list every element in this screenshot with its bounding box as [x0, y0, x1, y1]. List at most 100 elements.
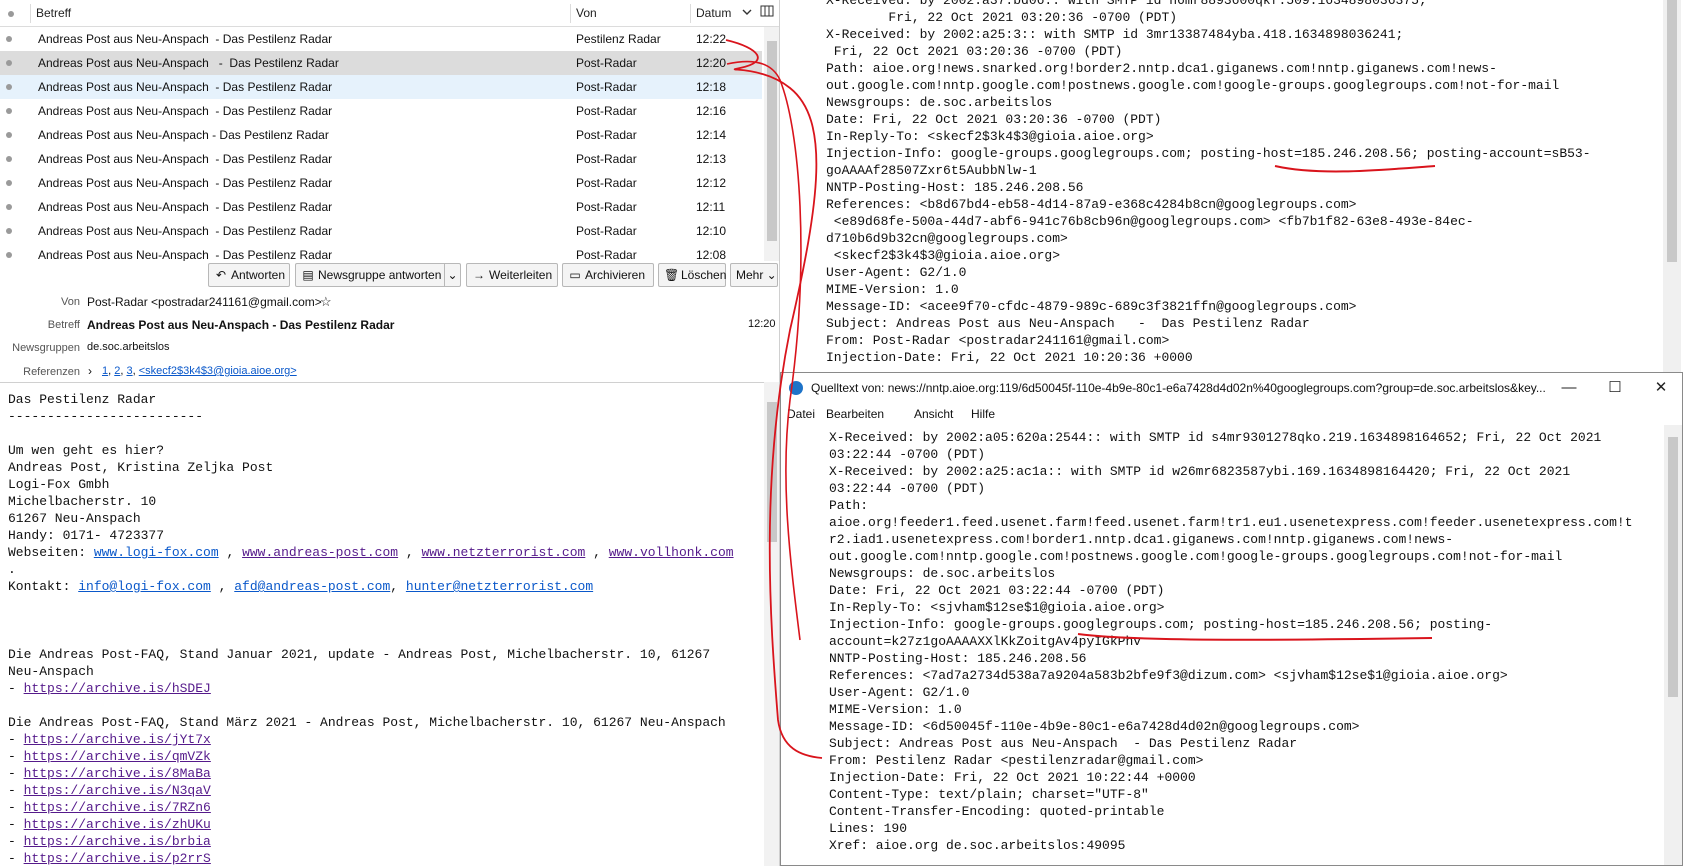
- message-row[interactable]: Andreas Post aus Neu-Anspach - Das Pesti…: [0, 171, 762, 195]
- source-line: Path: aioe.org!news.snarked.org!border2.…: [826, 61, 1497, 76]
- message-list-scroll-thumb[interactable]: [767, 41, 777, 241]
- reference-link[interactable]: 3: [127, 365, 133, 377]
- message-date: 12:12: [696, 176, 727, 190]
- column-from[interactable]: Von: [570, 0, 597, 27]
- source-line: Content-Type: text/plain; charset="UTF-8…: [829, 787, 1149, 802]
- source-line: Date: Fri, 22 Oct 2021 03:20:36 -0700 (P…: [826, 112, 1162, 127]
- read-dot-icon: [6, 204, 12, 210]
- reply-newsgroup-dropdown-icon[interactable]: ⌄: [444, 264, 460, 286]
- body-street: Michelbacherstr. 10: [8, 494, 157, 509]
- source-window-scroll-thumb[interactable]: [1668, 437, 1678, 697]
- message-row[interactable]: Andreas Post aus Neu-Anspach - Das Pesti…: [0, 75, 762, 99]
- subject-value: Andreas Post aus Neu-Anspach - Das Pesti…: [87, 318, 395, 332]
- message-row[interactable]: Andreas Post aus Neu-Anspach - Das Pesti…: [0, 195, 762, 219]
- menu-view[interactable]: Ansicht: [914, 403, 953, 425]
- source-window-title: Quelltext von: news://nntp.aioe.org:119/…: [811, 381, 1546, 395]
- body-faq1-line1: Die Andreas Post-FAQ, Stand Januar 2021,…: [8, 647, 711, 662]
- minimize-button[interactable]: —: [1546, 373, 1592, 403]
- source-line: User-Agent: G2/1.0: [826, 265, 967, 280]
- message-row[interactable]: Andreas Post aus Neu-Anspach - Das Pesti…: [0, 243, 762, 261]
- body-faq2-link[interactable]: https://archive.is/zhUKu: [24, 817, 211, 832]
- source-line: out.google.com!nntp.google.com!postnews.…: [826, 78, 1560, 93]
- from-value[interactable]: Post-Radar <postradar241161@gmail.com>: [87, 295, 322, 309]
- sort-chevron-down-icon[interactable]: [742, 0, 752, 27]
- source-line: Fri, 22 Oct 2021 03:20:36 -0700 (PDT): [826, 44, 1123, 59]
- message-row[interactable]: Andreas Post aus Neu-Anspach - Das Pesti…: [0, 27, 762, 51]
- body-contact-link[interactable]: info@logi-fox.com: [78, 579, 211, 594]
- newsgroups-label: Newsgruppen: [12, 342, 80, 354]
- menu-edit[interactable]: Bearbeiten: [826, 403, 884, 425]
- reference-link[interactable]: 1: [102, 365, 108, 377]
- body-web-link[interactable]: www.vollhonk.com: [609, 545, 734, 560]
- source-window-text[interactable]: X-Received: by 2002:a05:620a:2544:: with…: [829, 429, 1633, 854]
- message-body-scrollbar[interactable]: [764, 382, 779, 866]
- more-button[interactable]: Mehr ⌄: [730, 263, 778, 287]
- body-contact-link[interactable]: afd@andreas-post.com: [234, 579, 390, 594]
- references-chevron-right-icon[interactable]: ›: [88, 364, 92, 378]
- message-body[interactable]: Das Pestilenz Radar --------------------…: [0, 382, 764, 866]
- message-row[interactable]: Andreas Post aus Neu-Anspach - Das Pesti…: [0, 219, 762, 243]
- newsgroup-icon: ▤: [302, 268, 314, 282]
- message-from: Post-Radar: [576, 176, 637, 190]
- body-web-link[interactable]: www.andreas-post.com: [242, 545, 398, 560]
- delete-button[interactable]: 🗑 Löschen: [658, 263, 726, 287]
- body-title: Das Pestilenz Radar: [8, 392, 157, 407]
- body-web-link[interactable]: www.logi-fox.com: [94, 545, 219, 560]
- mail-client-pane: Betreff Von Datum Andreas Post aus Neu-A…: [0, 0, 780, 866]
- source-line: Lines: 190: [829, 821, 908, 836]
- reply-newsgroup-button[interactable]: ▤ Newsgruppe antworten ⌄: [295, 263, 461, 287]
- message-subject: Andreas Post aus Neu-Anspach - Das Pesti…: [38, 128, 329, 142]
- column-date[interactable]: Datum: [690, 0, 731, 27]
- message-list-scrollbar[interactable]: [764, 27, 779, 261]
- source-line: Injection-Info: google-groups.googlegrou…: [829, 617, 1493, 632]
- message-date: 12:10: [696, 224, 727, 238]
- close-button[interactable]: ✕: [1638, 373, 1682, 403]
- message-subject: Andreas Post aus Neu-Anspach - Das Pesti…: [38, 176, 333, 190]
- reference-link[interactable]: <skecf2$3k4$3@gioia.aioe.org>: [139, 365, 297, 377]
- source-line: Path:: [829, 498, 869, 513]
- body-faq2-link[interactable]: https://archive.is/qmVZk: [24, 749, 211, 764]
- star-icon[interactable]: ☆: [320, 294, 332, 310]
- source-view-previous[interactable]: X-Received: by 2002:a37:bd06:: with SMTP…: [780, 0, 1683, 372]
- menu-file[interactable]: Datei: [787, 403, 815, 425]
- archive-icon: ▭: [569, 268, 581, 282]
- body-faq2-link[interactable]: https://archive.is/7RZn6: [24, 800, 211, 815]
- source-window-menubar: Datei Bearbeiten Ansicht Hilfe: [781, 403, 1682, 425]
- column-subject[interactable]: Betreff: [30, 0, 71, 27]
- newsgroups-value[interactable]: de.soc.arbeitslos: [87, 341, 170, 353]
- forward-button[interactable]: → Weiterleiten: [466, 263, 558, 287]
- body-contact-link[interactable]: hunter@netzterrorist.com: [406, 579, 593, 594]
- maximize-button[interactable]: ☐: [1592, 373, 1638, 403]
- source-line: Injection-Date: Fri, 22 Oct 2021 10:22:4…: [829, 770, 1196, 785]
- message-row-selected[interactable]: Andreas Post aus Neu-Anspach - Das Pesti…: [0, 51, 762, 75]
- trash-icon: 🗑: [664, 268, 680, 282]
- reply-button[interactable]: ↶ Antworten: [208, 263, 290, 287]
- read-status-column-icon[interactable]: [0, 0, 30, 27]
- read-dot-icon: [6, 36, 12, 42]
- source-line: From: Post-Radar <postradar241161@gmail.…: [826, 333, 1170, 348]
- source-line: Newsgroups: de.soc.arbeitslos: [829, 566, 1056, 581]
- body-faq2-link[interactable]: https://archive.is/N3qaV: [24, 783, 211, 798]
- body-faq1-link[interactable]: https://archive.is/hSDEJ: [24, 681, 211, 696]
- message-row[interactable]: Andreas Post aus Neu-Anspach - Das Pesti…: [0, 99, 762, 123]
- archive-button[interactable]: ▭ Archivieren: [562, 263, 654, 287]
- message-body-scroll-thumb[interactable]: [767, 402, 777, 542]
- source-view-previous-scrollbar[interactable]: [1663, 0, 1681, 372]
- body-faq2-link[interactable]: https://archive.is/8MaBa: [24, 766, 211, 781]
- source-view-previous-scroll-thumb[interactable]: [1667, 0, 1677, 262]
- source-window-scrollbar[interactable]: [1664, 425, 1682, 865]
- read-dot-icon: [6, 156, 12, 162]
- body-web-link[interactable]: www.netzterrorist.com: [422, 545, 586, 560]
- column-picker-icon[interactable]: [760, 0, 774, 27]
- source-line: Fri, 22 Oct 2021 03:20:36 -0700 (PDT): [826, 10, 1178, 25]
- body-faq2-link[interactable]: https://archive.is/jYt7x: [24, 732, 211, 747]
- message-list[interactable]: Andreas Post aus Neu-Anspach - Das Pesti…: [0, 27, 762, 261]
- message-row[interactable]: Andreas Post aus Neu-Anspach - Das Pesti…: [0, 123, 762, 147]
- message-row[interactable]: Andreas Post aus Neu-Anspach - Das Pesti…: [0, 147, 762, 171]
- source-window-titlebar[interactable]: Quelltext von: news://nntp.aioe.org:119/…: [781, 373, 1682, 403]
- body-faq2-link[interactable]: https://archive.is/p2rrS: [24, 851, 211, 866]
- menu-help[interactable]: Hilfe: [971, 403, 995, 425]
- body-faq2-link[interactable]: https://archive.is/brbia: [24, 834, 211, 849]
- reference-link[interactable]: 2: [114, 365, 120, 377]
- from-label: Von: [61, 296, 80, 308]
